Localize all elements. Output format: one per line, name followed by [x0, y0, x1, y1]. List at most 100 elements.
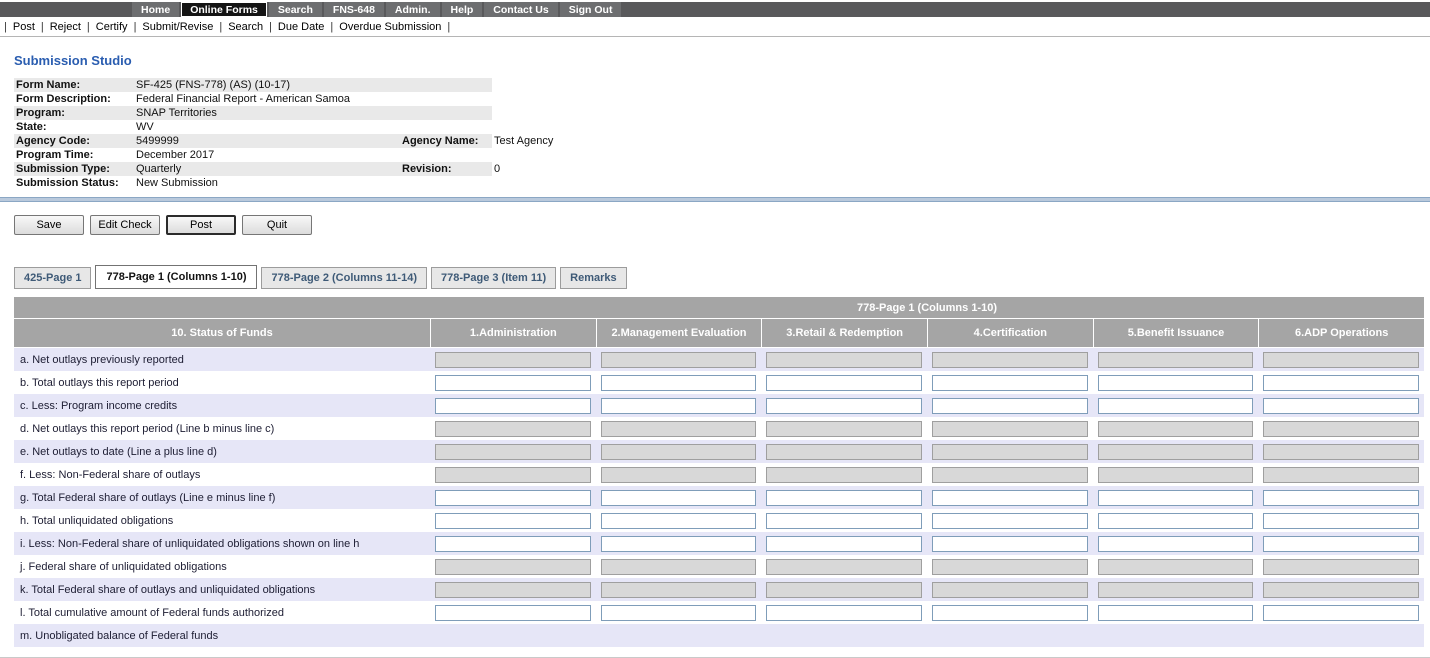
- input-h-6[interactable]: [1263, 512, 1419, 529]
- input-l-4[interactable]: [932, 604, 1088, 621]
- input-i-6[interactable]: [1263, 535, 1419, 552]
- field-label-2: Agency Name:: [400, 134, 492, 148]
- toolbar-separator: |: [219, 20, 223, 33]
- field-label-2: [400, 106, 492, 120]
- toolbar-separator: |: [447, 20, 451, 33]
- grid-cell-g-4: [927, 486, 1093, 509]
- input-g-1[interactable]: [435, 489, 591, 506]
- nav-item-home[interactable]: Home: [132, 2, 180, 17]
- nav-item-help[interactable]: Help: [441, 2, 483, 17]
- page-tabs: 425-Page 1 778-Page 1 (Columns 1-10) 778-P…: [14, 265, 1430, 289]
- grid-cell-g-1: [430, 486, 596, 509]
- input-f-1: [435, 466, 591, 483]
- input-l-2[interactable]: [600, 604, 757, 621]
- grid-cell-h-3: [761, 509, 927, 532]
- column-header-1-administration: 1.Administration: [430, 319, 596, 347]
- input-c-2[interactable]: [600, 397, 757, 414]
- quit-button[interactable]: Quit: [242, 215, 312, 235]
- input-i-1[interactable]: [435, 535, 591, 552]
- input-l-6[interactable]: [1263, 604, 1419, 621]
- row-label-g: g. Total Federal share of outlays (Line …: [20, 491, 276, 504]
- nav-item-search[interactable]: Search: [268, 2, 322, 17]
- grid-cell-k-5: [1093, 578, 1259, 601]
- input-c-5[interactable]: [1097, 397, 1254, 414]
- grid-cell-m-4: [927, 624, 1093, 647]
- post-button[interactable]: Post: [166, 215, 236, 235]
- input-i-4[interactable]: [932, 535, 1088, 552]
- toolbar-link-reject[interactable]: Reject: [50, 21, 81, 33]
- grid-cell-d-3: [761, 417, 927, 440]
- toolbar-link-search[interactable]: Search: [228, 21, 263, 33]
- input-h-3[interactable]: [766, 512, 922, 529]
- toolbar-link-due-date[interactable]: Due Date: [278, 21, 324, 33]
- toolbar-link-post[interactable]: Post: [13, 21, 35, 33]
- toolbar-link-overdue-submission[interactable]: Overdue Submission: [339, 21, 441, 33]
- input-c-6[interactable]: [1263, 397, 1419, 414]
- input-b-3[interactable]: [766, 374, 922, 391]
- input-h-1[interactable]: [435, 512, 591, 529]
- grid-cell-i-6: [1258, 532, 1424, 555]
- form-info-row: Program Time: December 2017: [14, 148, 1426, 162]
- grid-cell-f-1: [430, 463, 596, 486]
- input-b-1[interactable]: [435, 374, 591, 391]
- input-i-3[interactable]: [766, 535, 922, 552]
- input-l-1[interactable]: [435, 604, 591, 621]
- toolbar-link-submit-revise[interactable]: Submit/Revise: [142, 21, 213, 33]
- input-g-6[interactable]: [1263, 489, 1419, 506]
- field-value: Federal Financial Report - American Samo…: [136, 93, 350, 105]
- input-b-5[interactable]: [1097, 374, 1254, 391]
- input-g-2[interactable]: [600, 489, 757, 506]
- input-c-1[interactable]: [435, 397, 591, 414]
- input-c-3[interactable]: [766, 397, 922, 414]
- save-button[interactable]: Save: [14, 215, 84, 235]
- tab-778-page-3-item-11[interactable]: 778-Page 3 (Item 11): [431, 267, 557, 289]
- input-l-5[interactable]: [1097, 604, 1254, 621]
- input-g-4[interactable]: [932, 489, 1088, 506]
- row-label-m: m. Unobligated balance of Federal funds: [20, 629, 219, 642]
- input-h-4[interactable]: [932, 512, 1088, 529]
- input-j-6: [1263, 558, 1419, 575]
- grid-cell-f-2: [596, 463, 762, 486]
- edit-check-button[interactable]: Edit Check: [90, 215, 160, 235]
- tab-425-page-1[interactable]: 425-Page 1: [14, 267, 92, 289]
- grid-cell-h-5: [1093, 509, 1259, 532]
- grid-cell-m-5: [1093, 624, 1259, 647]
- input-g-3[interactable]: [766, 489, 922, 506]
- grid-cell-a-4: [927, 348, 1093, 371]
- grid-cell-d-5: [1093, 417, 1259, 440]
- input-d-5: [1097, 420, 1254, 437]
- input-h-5[interactable]: [1097, 512, 1254, 529]
- tab-778-page-2-columns-11-14[interactable]: 778-Page 2 (Columns 11-14): [261, 267, 427, 289]
- input-c-4[interactable]: [932, 397, 1088, 414]
- nav-item-admin[interactable]: Admin.: [385, 2, 440, 17]
- grid-body: a. Net outlays previously reported b. To…: [14, 348, 1424, 647]
- input-g-5[interactable]: [1097, 489, 1254, 506]
- toolbar-link-certify[interactable]: Certify: [96, 21, 128, 33]
- input-i-5[interactable]: [1097, 535, 1254, 552]
- row-label-d: d. Net outlays this report period (Line …: [20, 422, 275, 435]
- input-h-2[interactable]: [600, 512, 757, 529]
- input-j-5: [1097, 558, 1254, 575]
- input-b-6[interactable]: [1263, 374, 1419, 391]
- tab-remarks[interactable]: Remarks: [560, 267, 627, 289]
- grid-caption-row: 778-Page 1 (Columns 1-10): [14, 297, 1424, 319]
- input-d-1: [435, 420, 591, 437]
- nav-item-online-forms[interactable]: Online Forms: [181, 2, 267, 17]
- input-d-6: [1263, 420, 1419, 437]
- column-header-status-of-funds: 10. Status of Funds: [171, 327, 273, 339]
- nav-item-sign-out[interactable]: Sign Out: [559, 2, 622, 17]
- input-b-2[interactable]: [600, 374, 757, 391]
- grid-cell-k-6: [1258, 578, 1424, 601]
- grid-cell-e-6: [1258, 440, 1424, 463]
- nav-item-contact-us[interactable]: Contact Us: [484, 2, 558, 17]
- grid-row: m. Unobligated balance of Federal funds: [14, 624, 1424, 647]
- input-i-2[interactable]: [600, 535, 757, 552]
- column-header-6-adp-operations: 6.ADP Operations: [1258, 319, 1424, 347]
- tab-778-page-1-columns-1-10[interactable]: 778-Page 1 (Columns 1-10): [95, 265, 258, 289]
- input-j-2: [600, 558, 757, 575]
- input-e-4: [932, 443, 1088, 460]
- input-b-4[interactable]: [932, 374, 1088, 391]
- nav-item-fns-648[interactable]: FNS-648: [323, 2, 384, 17]
- field-label-2: Revision:: [400, 162, 492, 176]
- input-l-3[interactable]: [766, 604, 922, 621]
